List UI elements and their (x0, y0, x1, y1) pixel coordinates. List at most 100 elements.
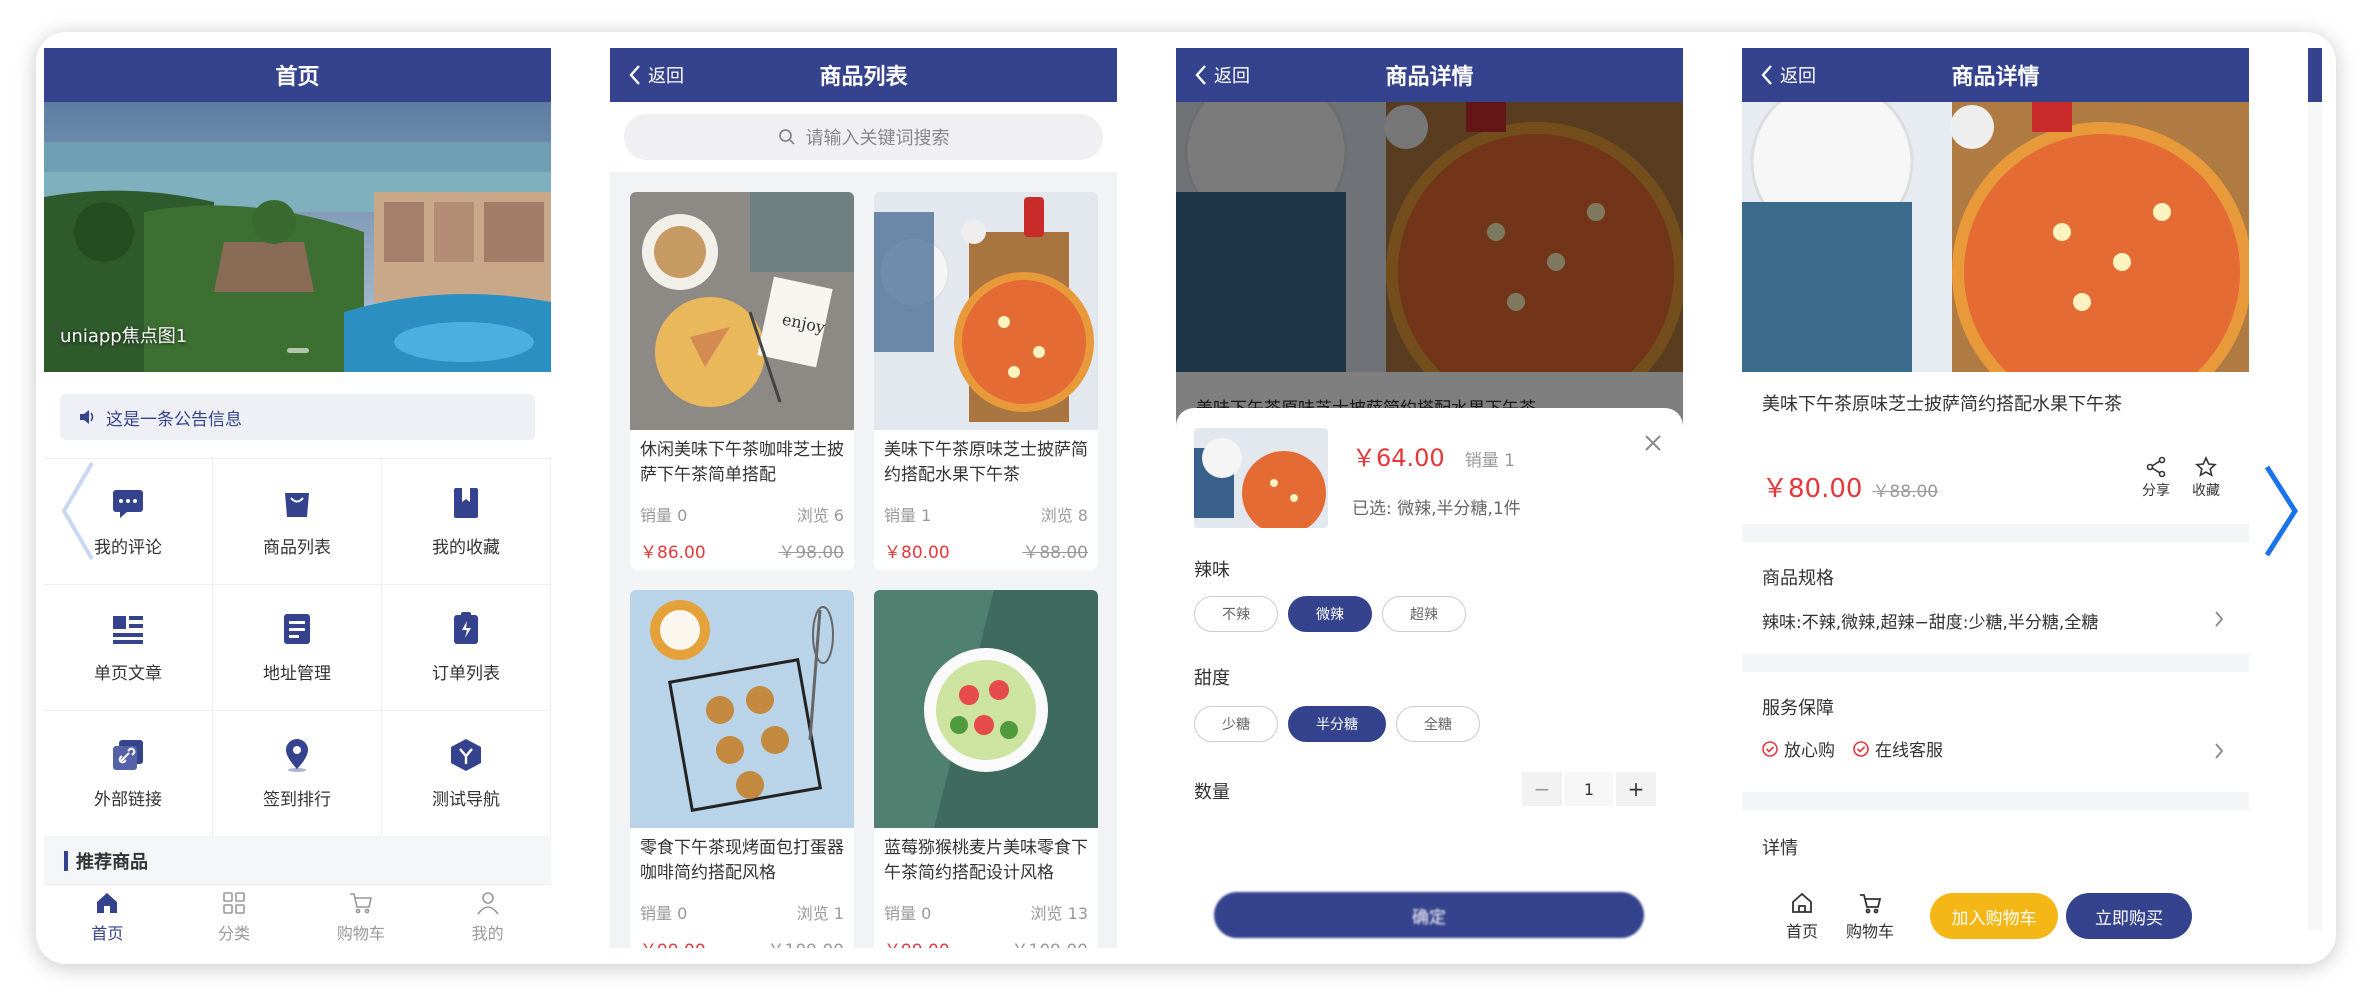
back-button[interactable]: 返回 (628, 48, 684, 102)
product-views: 浏览 13 (1030, 904, 1088, 923)
bottom-label: 购物车 (1846, 921, 1895, 941)
product-grid: enjoy 休闲美味下午茶咖啡芝士披萨下午茶简单搭配 销量 0 浏览 6 ￥86.… (610, 172, 1117, 948)
product-name: 蓝莓猕猴桃麦片美味零食下午茶简约搭配设计风格 (884, 838, 1088, 883)
service-row[interactable]: 放心购 在线客服 (1742, 724, 2249, 774)
grid-label: 地址管理 (263, 664, 331, 684)
product-card[interactable]: 零食下午茶现烤面包打蛋器咖啡简约搭配风格 销量 0 浏览 1 ￥99.00 ￥109… (630, 590, 854, 948)
add-to-cart-button[interactable]: 加入购物车 (1930, 893, 2059, 939)
check-circle-icon (1853, 740, 1869, 757)
bottom-label: 首页 (1786, 921, 1819, 941)
grid-item-links[interactable]: 外部链接 (44, 711, 213, 837)
product-price: ￥99.00 (640, 936, 706, 948)
product-original-price: ￥88.00 (1022, 543, 1088, 563)
bag-icon (285, 493, 309, 517)
close-button[interactable] (1638, 428, 1668, 458)
favorite-button[interactable]: 收藏 (2192, 456, 2220, 500)
product-list-screen: 返回 商品列表 请输入关键词搜索 enjoy 休闲美味下午茶咖啡芝士披萨下午茶简… (610, 48, 1117, 948)
page-title: 商品详情 (1951, 65, 2040, 90)
product-card[interactable]: 美味下午茶原味芝士披萨简约搭配水果下午茶 销量 1 浏览 8 ￥80.00 ￥88.… (874, 192, 1098, 570)
service-item: 在线客服 (1875, 741, 1943, 761)
next-screen-edge (2308, 48, 2322, 102)
spec-sales: 销量 1 (1464, 451, 1515, 471)
product-hero-image[interactable] (1742, 80, 2249, 422)
product-views: 浏览 1 (796, 904, 844, 923)
product-price: ￥80.00 (884, 543, 950, 563)
nav-icon (451, 739, 481, 771)
bottom-cart-button[interactable]: 购物车 (1846, 891, 1894, 942)
home-header: 首页 (44, 48, 551, 102)
buy-now-button[interactable]: 立即购买 (2066, 893, 2193, 939)
list-header: 返回 商品列表 (610, 48, 1117, 102)
chevron-right-icon (2215, 743, 2224, 759)
spice-option[interactable]: 超辣 (1382, 596, 1466, 632)
grid-item-address[interactable]: 地址管理 (213, 585, 382, 711)
spec-thumb-image (1194, 428, 1328, 528)
home-icon (1792, 892, 1812, 913)
notice-bar[interactable]: 这是一条公告信息 (60, 394, 535, 440)
product-views: 浏览 8 (1040, 506, 1088, 525)
tab-category[interactable]: 分类 (171, 885, 298, 948)
tab-label: 我的 (471, 923, 504, 943)
quantity-minus-button[interactable]: − (1522, 772, 1562, 806)
bottom-action-bar: 首页 购物车 加入购物车 立即购买 (1742, 884, 2249, 948)
product-name: 美味下午茶原味芝士披萨简约搭配水果下午茶 (884, 440, 1088, 485)
grid-item-orders[interactable]: 订单列表 (382, 585, 551, 711)
grid-label: 外部链接 (94, 790, 162, 810)
quantity-plus-button[interactable]: + (1616, 772, 1656, 806)
quantity-value[interactable]: 1 (1565, 772, 1613, 806)
grid-item-checkin[interactable]: 签到排行 (213, 711, 382, 837)
product-title: 美味下午茶原味芝士披萨简约搭配水果下午茶 (1762, 394, 2122, 415)
sweet-option[interactable]: 少糖 (1194, 706, 1278, 742)
star-icon (2195, 456, 2217, 477)
spec-select-screen: 返回 商品详情 美味下午茶原味芝士披萨简约搭配水果下午茶 ￥64.00 销量 1… (1176, 48, 1683, 948)
close-icon (1645, 435, 1661, 451)
sweet-option[interactable]: 全糖 (1396, 706, 1480, 742)
address-icon (284, 614, 310, 644)
product-card[interactable]: enjoy 休闲美味下午茶咖啡芝士披萨下午茶简单搭配 销量 0 浏览 6 ￥86.… (630, 192, 854, 570)
confirm-button[interactable]: 确定 (1214, 892, 1644, 938)
sweet-option-selected[interactable]: 半分糖 (1288, 706, 1386, 742)
spec-sheet: ￥64.00 销量 1 已选: 微辣,半分糖,1件 辣味 不辣 微辣 超辣 甜度… (1176, 408, 1683, 948)
spec-row[interactable]: 辣味:不辣,微辣,超辣−甜度:少糖,半分糖,全糖 (1742, 594, 2249, 644)
bottom-home-button[interactable]: 首页 (1786, 891, 1818, 942)
product-original-price: ￥109.00 (1012, 936, 1088, 948)
carousel-next-button[interactable] (2256, 456, 2306, 566)
grid-item-test-nav[interactable]: 测试导航 (382, 711, 551, 837)
back-button[interactable]: 返回 (1760, 48, 1816, 102)
grid-label: 单页文章 (94, 664, 162, 684)
spec-selected: 已选: 微辣,半分糖,1件 (1352, 499, 1521, 519)
tab-home[interactable]: 首页 (44, 885, 171, 948)
favorite-label: 收藏 (2192, 483, 2220, 499)
cart-icon (1860, 893, 1882, 913)
product-sales: 销量 0 (884, 904, 932, 923)
detail-header: 返回 商品详情 (1742, 48, 2249, 102)
grid-label: 我的收藏 (432, 538, 500, 558)
search-input[interactable]: 请输入关键词搜索 (624, 114, 1103, 160)
grid-item-favorites[interactable]: 我的收藏 (382, 459, 551, 585)
detail-header: 返回 商品详情 (1176, 48, 1683, 102)
tab-mine[interactable]: 我的 (424, 885, 551, 948)
back-label: 返回 (1214, 66, 1250, 87)
tab-label: 首页 (91, 923, 124, 943)
grid-item-products[interactable]: 商品列表 (213, 459, 382, 585)
bookmark-icon (454, 488, 478, 518)
product-price: ￥80.00 (1762, 474, 1863, 504)
chevron-right-icon (2264, 465, 2298, 557)
banner-caption: uniapp焦点图1 (60, 326, 188, 347)
user-icon (476, 891, 499, 914)
share-button[interactable]: 分享 (2142, 456, 2170, 500)
back-label: 返回 (648, 66, 684, 87)
product-price: ￥86.00 (640, 543, 706, 563)
product-detail-screen: 返回 商品详情 美味下午茶原味芝士披萨简约搭配水果下午茶 ￥80.00 ￥88.… (1742, 48, 2249, 948)
product-price: ￥99.00 (884, 936, 950, 948)
carousel-prev-button[interactable] (58, 456, 98, 566)
back-button[interactable]: 返回 (1194, 48, 1250, 102)
spice-option[interactable]: 不辣 (1194, 596, 1278, 632)
tab-label: 分类 (218, 923, 251, 943)
tab-cart[interactable]: 购物车 (298, 885, 425, 948)
grid-item-article[interactable]: 单页文章 (44, 585, 213, 711)
spice-option-selected[interactable]: 微辣 (1288, 596, 1372, 632)
product-card[interactable]: 蓝莓猕猴桃麦片美味零食下午茶简约搭配设计风格 销量 0 浏览 13 ￥99.00 ￥… (874, 590, 1098, 948)
home-icon (97, 892, 118, 913)
quantity-label: 数量 (1194, 782, 1230, 803)
